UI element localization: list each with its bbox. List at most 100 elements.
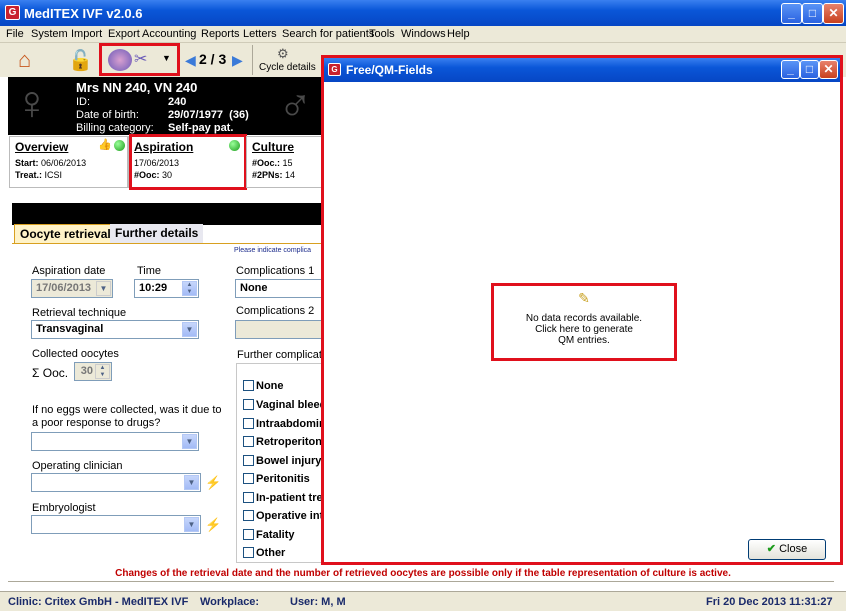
treatment-type: ICSI <box>44 170 63 180</box>
check-peritonitis[interactable]: Peritonitis <box>243 473 310 485</box>
check-bowel-injury[interactable]: Bowel injury <box>243 455 321 467</box>
no-data-line-1: No data records available. <box>525 313 643 324</box>
tab-oocyte-retrieval[interactable]: Oocyte retrieval <box>14 224 117 243</box>
check-retroperitoneal[interactable]: Retroperitone <box>243 436 328 448</box>
patient-name: Mrs NN 240, VN 240 <box>76 80 198 95</box>
app-logo-icon: G <box>5 5 20 20</box>
wand-icon: ✎ <box>578 290 590 306</box>
menu-system[interactable]: System <box>31 28 68 40</box>
embryologist-label: Embryologist <box>32 502 96 514</box>
complications-note: Please indicate complica <box>234 247 312 254</box>
close-window-button[interactable]: ✕ <box>823 3 844 24</box>
cycle-details-icon: ⚙ <box>277 46 289 61</box>
no-data-line-2: Click here to generate <box>535 324 633 335</box>
check-fatality[interactable]: Fatality <box>243 529 295 541</box>
complications-1-label: Complications 1 <box>236 265 315 277</box>
culture-title: Culture <box>252 140 294 154</box>
overview-title: Overview <box>15 140 69 154</box>
menu-search-patients[interactable]: Search for patients <box>282 28 374 40</box>
poor-response-select[interactable]: ▼ <box>31 432 199 451</box>
billing-label: Billing category: <box>76 122 154 134</box>
complications-2-label: Complications 2 <box>236 305 315 317</box>
male-symbol-icon: ♂ <box>278 79 313 131</box>
menu-accounting[interactable]: Accounting <box>142 28 196 40</box>
time-label: Time <box>137 265 162 277</box>
close-button-label: Close <box>779 543 808 555</box>
culture-ooc: 15 <box>282 158 293 168</box>
patient-header: ♀ ♂ Mrs NN 240, VN 240 ID: 240 Date of b… <box>8 77 328 135</box>
menu-reports[interactable]: Reports <box>201 28 240 40</box>
aspiration-highlight <box>129 134 247 190</box>
patient-id-label: ID: <box>76 96 91 108</box>
menu-import[interactable]: Import <box>71 28 102 40</box>
status-datetime: Fri 20 Dec 2013 11:31:27 <box>706 596 833 608</box>
treat-label: Treat.: <box>15 170 43 180</box>
check-operative-intervention[interactable]: Operative inte <box>243 510 329 522</box>
maximize-button[interactable]: □ <box>802 3 823 24</box>
operating-clinician-label: Operating clinician <box>32 460 123 472</box>
menu-windows[interactable]: Windows <box>401 28 446 40</box>
menu-file[interactable]: File <box>6 28 24 40</box>
overview-card[interactable]: Overview 👍 Start: 06/06/2013 Treat.: ICS… <box>9 136 128 188</box>
pn-label: #2PNs: <box>252 170 283 180</box>
check-inpatient-treatment[interactable]: In-patient trea <box>243 492 329 504</box>
thumbs-up-icon: 👍 <box>98 139 112 151</box>
dialog-minimize-button[interactable]: _ <box>781 60 800 79</box>
collected-oocytes-label: Collected oocytes <box>32 348 119 360</box>
dialog-title-bar: G Free/QM-Fields _ □ ✕ <box>324 58 840 82</box>
embryologist-select[interactable]: ▼ <box>31 515 201 534</box>
culture-card[interactable]: Culture #Ooc.: 15 #2PNs: 14 <box>246 136 322 188</box>
complications-1-select[interactable]: None <box>235 279 323 298</box>
lock-icon[interactable]: 🔓 <box>68 48 93 73</box>
previous-cycle-icon[interactable]: ◀ <box>185 52 196 69</box>
menu-letters[interactable]: Letters <box>243 28 277 40</box>
footer-divider <box>8 581 834 582</box>
start-date: 06/06/2013 <box>41 158 87 168</box>
tab-further-details[interactable]: Further details <box>110 224 204 243</box>
menu-tools[interactable]: Tools <box>369 28 395 40</box>
menu-help[interactable]: Help <box>447 28 470 40</box>
free-qm-fields-dialog: G Free/QM-Fields _ □ ✕ ✎ No data records… <box>321 55 843 565</box>
checkmark-icon: ✔ <box>766 543 777 555</box>
female-symbol-icon: ♀ <box>14 77 50 130</box>
check-other[interactable]: Other <box>243 547 285 559</box>
pn-count: 14 <box>285 170 296 180</box>
check-intraabdominal[interactable]: Intraabdomin <box>243 418 326 430</box>
close-button[interactable]: ✔ Close <box>748 539 826 560</box>
menu-export[interactable]: Export <box>108 28 140 40</box>
billing-category: Self-pay pat. <box>168 122 234 134</box>
check-vaginal-bleeding[interactable]: Vaginal bleed <box>243 399 326 411</box>
further-complications-label: Further complicati <box>237 349 325 361</box>
dialog-close-icon[interactable]: ✕ <box>819 60 838 79</box>
next-cycle-icon[interactable]: ▶ <box>232 52 243 69</box>
home-icon[interactable]: ⌂ <box>18 47 31 73</box>
quick-fill-icon[interactable]: ⚡ <box>205 475 221 491</box>
operating-clinician-select[interactable]: ▼ <box>31 473 201 492</box>
retrieval-technique-select[interactable]: Transvaginal ▼ <box>31 320 199 339</box>
app-title-bar: G MedITEX IVF v2.0.6 _ □ ✕ <box>0 0 846 26</box>
toolbar-divider <box>252 45 253 75</box>
cycle-details-button[interactable]: Cycle details <box>259 62 316 73</box>
menu-bar: File System Import Export Accounting Rep… <box>0 26 846 43</box>
dropdown-arrow-icon[interactable]: ▼ <box>162 53 171 63</box>
dialog-maximize-button[interactable]: □ <box>800 60 819 79</box>
culture-ooc-label: #Ooc.: <box>252 158 281 168</box>
quick-fill-icon[interactable]: ⚡ <box>205 517 221 533</box>
dialog-title: Free/QM-Fields <box>346 63 433 77</box>
sum-ooc-label: Σ Ooc. <box>32 366 69 380</box>
no-data-generate-button[interactable]: ✎ No data records available. Click here … <box>491 283 677 361</box>
cycle-pager: 2 / 3 <box>199 51 227 67</box>
aspiration-date-field[interactable]: 17/06/2013 ▼ <box>31 279 113 298</box>
status-clinic: Clinic: Critex GmbH - MedITEX IVF <box>8 596 189 608</box>
tab-underline <box>12 243 322 244</box>
status-green-icon <box>114 140 125 151</box>
couple-icon[interactable] <box>108 49 132 71</box>
complications-2-select[interactable] <box>235 320 323 339</box>
treatment-icon[interactable]: ✂ <box>134 49 147 69</box>
aspiration-date-label: Aspiration date <box>32 265 106 277</box>
minimize-button[interactable]: _ <box>781 3 802 24</box>
time-field[interactable]: 10:29 ▲ ▼ <box>134 279 199 298</box>
check-none[interactable]: None <box>243 380 284 392</box>
collected-oocytes-field[interactable]: 30 ▲ ▼ <box>74 362 112 381</box>
status-bar: Clinic: Critex GmbH - MedITEX IVF Workpl… <box>0 591 846 611</box>
